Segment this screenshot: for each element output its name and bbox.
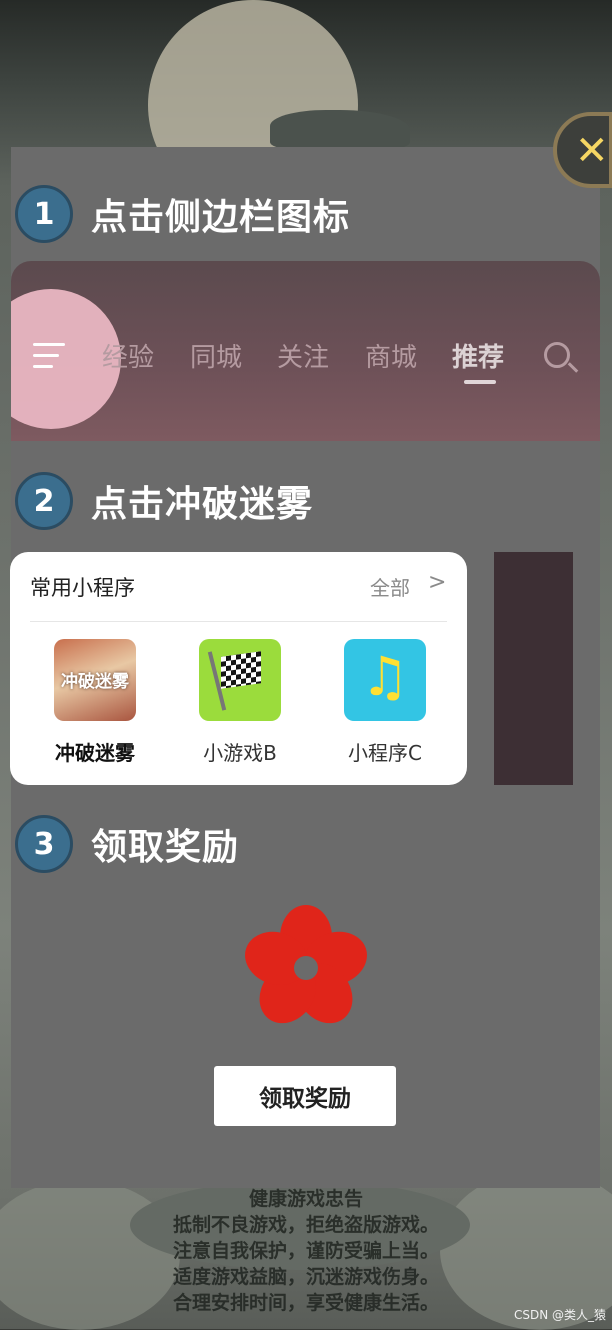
step-label: 点击侧边栏图标	[91, 197, 351, 238]
health-notice-line: 注意自我保护，谨防受骗上当。	[172, 1240, 439, 1262]
app-name: 小程序C	[348, 741, 422, 765]
game-icon-text: 冲破迷雾	[61, 672, 129, 692]
app-name: 小游戏B	[203, 741, 277, 765]
step-3: 3 领取奖励	[15, 815, 239, 873]
step-number: 1	[15, 185, 73, 243]
chevron-right-icon[interactable]: >	[428, 570, 446, 595]
search-icon[interactable]	[544, 342, 570, 368]
health-notice-line: 合理安排时间，享受健康生活。	[172, 1292, 439, 1314]
tab-mall[interactable]: 商城	[365, 337, 417, 374]
step-2: 2 点击冲破迷雾	[15, 472, 313, 530]
claim-reward-button[interactable]: 领取奖励	[214, 1066, 396, 1126]
step-1: 1 点击侧边栏图标	[15, 185, 350, 243]
tab-follow[interactable]: 关注	[277, 337, 329, 374]
app-name: 冲破迷雾	[55, 741, 135, 765]
step-label: 点击冲破迷雾	[91, 484, 314, 525]
health-notice-line: 适度游戏益脑，沉迷游戏伤身。	[172, 1266, 439, 1288]
mini-program-card: 常用小程序 全部 > 冲破迷雾 冲破迷雾 小游戏B ♫ 小程序C	[10, 552, 467, 785]
watermark: CSDN @类人_猿	[513, 1308, 606, 1322]
tab-same-city[interactable]: 同城	[190, 337, 242, 374]
nav-bar-preview: 经验 同城 关注 商城 推荐	[11, 261, 600, 441]
floating-rock	[270, 110, 410, 150]
mini-program-item[interactable]: ♫ 小程序C	[330, 639, 440, 766]
health-notice-title: 健康游戏忠告	[248, 1188, 363, 1210]
all-link[interactable]: 全部	[370, 572, 410, 601]
mini-program-item[interactable]: 冲破迷雾 冲破迷雾	[40, 639, 150, 766]
tab-recommend[interactable]: 推荐	[452, 337, 504, 374]
health-notice: 健康游戏忠告 抵制不良游戏，拒绝盗版游戏。 注意自我保护，谨防受骗上当。 适度游…	[145, 1186, 467, 1316]
mini-program-item[interactable]: 小游戏B	[185, 639, 295, 766]
active-tab-indicator	[464, 380, 496, 384]
music-note-icon[interactable]: ♫	[344, 639, 426, 721]
background-strip	[494, 552, 573, 785]
sidebar-menu-icon[interactable]	[33, 343, 65, 369]
close-icon[interactable]: ✕	[575, 129, 609, 173]
divider	[30, 621, 447, 622]
tutorial-panel: 1 点击侧边栏图标 经验 同城 关注 商城 推荐 2 点击冲破迷雾 常用小程序 …	[10, 147, 600, 1188]
checkered-flag-icon[interactable]	[199, 639, 281, 721]
step-label: 领取奖励	[91, 827, 240, 868]
card-title: 常用小程序	[30, 576, 135, 600]
game-icon[interactable]: 冲破迷雾	[54, 639, 136, 721]
tab-experience[interactable]: 经验	[102, 337, 154, 374]
step-number: 2	[15, 472, 73, 530]
step-number: 3	[15, 815, 73, 873]
health-notice-line: 抵制不良游戏，拒绝盗版游戏。	[172, 1214, 439, 1236]
red-flower-icon	[245, 905, 367, 1024]
